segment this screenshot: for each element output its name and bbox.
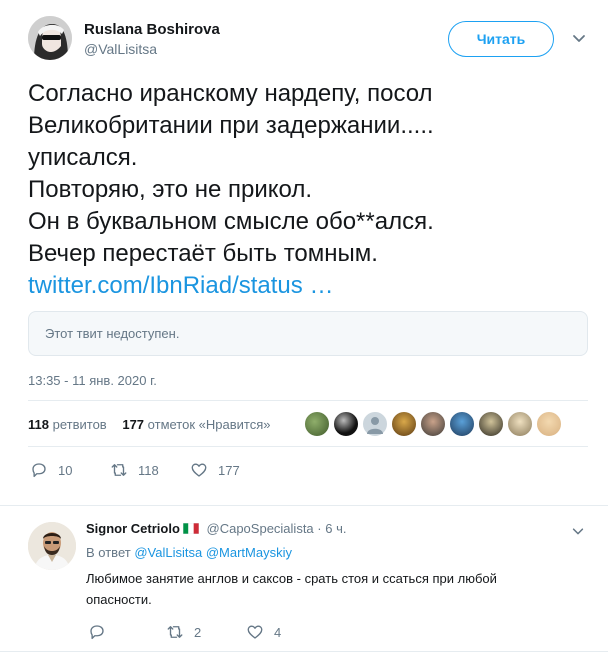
reply-like-count: 4 [274, 624, 282, 640]
reply-time[interactable]: 6 ч. [325, 521, 346, 536]
caret-down-icon[interactable] [571, 524, 585, 538]
liker-avatar[interactable] [304, 411, 330, 437]
reply-avatar-image [28, 522, 76, 570]
reply-button[interactable]: 10 [30, 461, 72, 479]
reply-to-prefix: В ответ [86, 545, 131, 560]
italy-flag-icon [182, 523, 199, 534]
likers-avatars [304, 411, 565, 437]
heart-icon [191, 463, 207, 477]
liker-avatar[interactable] [333, 411, 359, 437]
reply-tweet[interactable]: Signor Cetriolo @CapoSpecialista · 6 ч. … [0, 506, 608, 653]
reply-retweet-button[interactable]: 2 [166, 623, 201, 641]
reply-author-handle[interactable]: @CapoSpecialista [207, 521, 314, 536]
tweet-text-line: уписался. [28, 144, 138, 171]
reply-count: 10 [58, 462, 73, 478]
reply-to-line: В ответ @ValLisitsa @MartMayskiy [86, 545, 292, 560]
divider [28, 400, 588, 401]
reply-icon [90, 625, 104, 640]
author-avatar[interactable] [28, 16, 72, 60]
retweets-stat-count: 118 [28, 417, 49, 432]
retweets-stat-label: ретвитов [52, 417, 107, 432]
unavailable-quote: Этот твит недоступен. [28, 311, 588, 356]
reply-icon [32, 463, 46, 478]
retweets-stat[interactable]: 118 ретвитов [28, 417, 107, 432]
likes-stat-count: 177 [122, 417, 145, 432]
tweet-text: Согласно иранскому нардепу, посол Велико… [28, 78, 588, 302]
liker-avatar[interactable] [478, 411, 504, 437]
like-count: 177 [218, 462, 240, 478]
caret-down-icon[interactable] [571, 30, 587, 46]
avatar-image [28, 16, 72, 60]
tweet-text-line: Он в буквальном смысле обо**ался. [28, 208, 434, 235]
retweet-button[interactable]: 118 [110, 461, 159, 479]
liker-avatar[interactable] [536, 411, 562, 437]
liker-avatar[interactable] [362, 411, 388, 437]
tweet-timestamp[interactable]: 13:35 - 11 янв. 2020 г. [28, 373, 157, 388]
author-name[interactable]: Ruslana Boshirova [84, 21, 220, 38]
divider [28, 446, 588, 447]
retweet-icon [111, 464, 127, 476]
tweet-text-line: Согласно иранскому нардепу, посол [28, 80, 433, 107]
default-avatar-icon [367, 417, 383, 434]
liker-avatar[interactable] [507, 411, 533, 437]
reply-author-name[interactable]: Signor Cetriolo [86, 521, 180, 536]
retweet-icon [167, 626, 183, 638]
likes-stat[interactable]: 177 отметок «Нравится» [122, 417, 270, 432]
tweet-text-line: Великобритании при задержании..... [28, 112, 434, 139]
follow-button[interactable]: Читать [448, 21, 554, 57]
unavailable-quote-text: Этот твит недоступен. [45, 326, 180, 341]
reply-text: Любимое занятие англов и саксов - срать … [86, 571, 497, 607]
tweet-text-line: Повторяю, это не прикол. [28, 176, 313, 203]
author-handle[interactable]: @ValLisitsa [84, 41, 157, 57]
reply-header: Signor Cetriolo @CapoSpecialista · 6 ч. [86, 521, 347, 536]
likes-stat-label: отметок «Нравится» [147, 417, 271, 432]
tweet-text-line: Вечер перестаёт быть томным. [28, 240, 378, 267]
liker-avatar[interactable] [391, 411, 417, 437]
reply-like-button[interactable]: 4 [246, 623, 281, 641]
divider [0, 651, 608, 652]
tweet-stats: 118 ретвитов 177 отметок «Нравится» [28, 417, 282, 432]
heart-icon [247, 625, 263, 639]
reply-reply-button[interactable] [88, 623, 116, 641]
retweet-count: 118 [138, 462, 159, 478]
mention-link[interactable]: @ValLisitsa [134, 545, 202, 560]
mention-link[interactable]: @MartMayskiy [206, 545, 292, 560]
like-button[interactable]: 177 [190, 461, 240, 479]
liker-avatar[interactable] [420, 411, 446, 437]
reply-retweet-count: 2 [194, 624, 202, 640]
reply-separator: · [317, 521, 322, 536]
reply-author-avatar[interactable] [28, 522, 76, 570]
tweet-link[interactable]: twitter.com/IbnRiad/status … [28, 270, 588, 302]
liker-avatar[interactable] [449, 411, 475, 437]
